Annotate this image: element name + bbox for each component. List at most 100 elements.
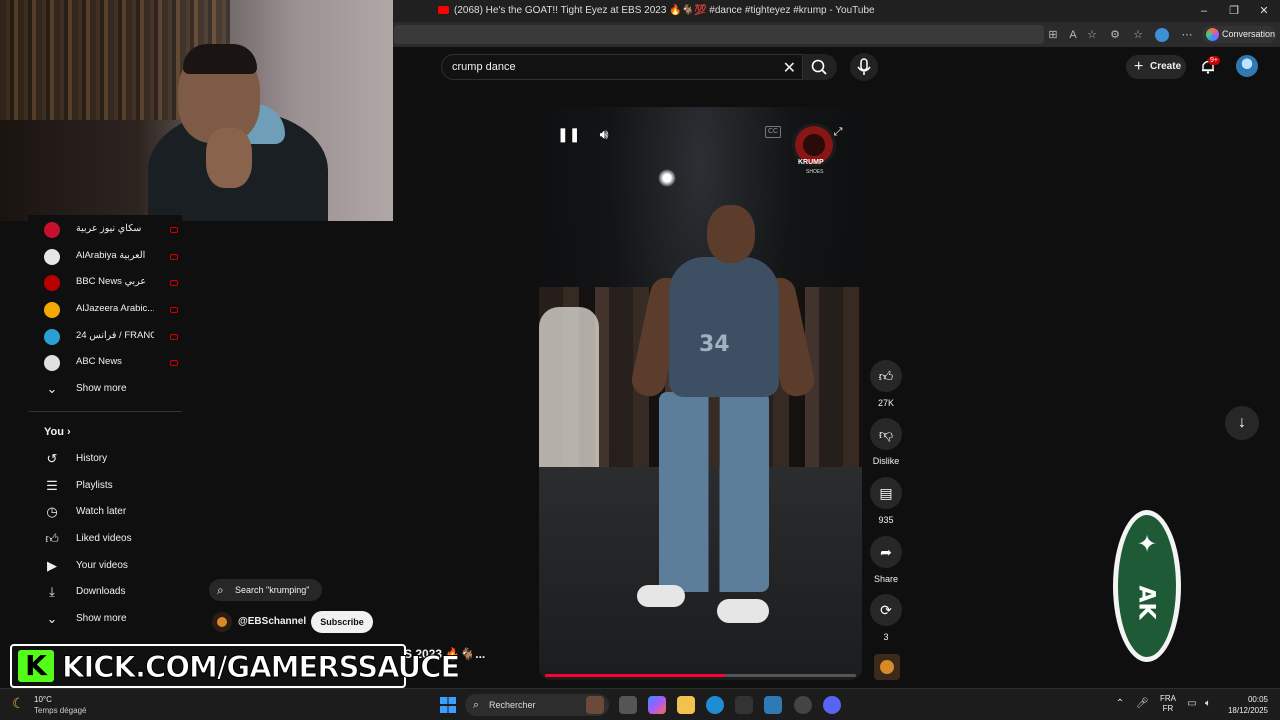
live-icon [170, 334, 178, 340]
thumbs-down-icon: 👎︎ [870, 418, 902, 450]
live-icon [170, 307, 178, 313]
edge-browser-icon[interactable] [706, 696, 724, 714]
sidebar-item-label: History [76, 453, 108, 464]
collections-icon[interactable]: ☆ [1131, 28, 1145, 42]
microphone-icon [857, 58, 871, 75]
microphone-icon[interactable]: 🎤︎ [1136, 698, 1149, 710]
history-icon: ↺ [46, 451, 58, 466]
channel-avatar[interactable] [212, 612, 232, 632]
show-more-you[interactable]: ⌄ Show more [44, 609, 184, 629]
language-code: FRA [1160, 694, 1176, 703]
shorts-player[interactable]: 34 ❚❚ 🔊︎ CC KRUMP SHOES ⤢ [539, 107, 862, 680]
sidebar-subscription-item[interactable]: 24 فرانس / FRANC... [44, 328, 184, 346]
volume-icon[interactable]: 🔊︎ [594, 124, 614, 144]
dancer-legs [659, 392, 769, 592]
progress-bar[interactable] [545, 674, 856, 677]
chevron-down-icon: ⌄ [46, 611, 58, 626]
sidebar-subscription-item[interactable]: ABC News [44, 354, 184, 372]
streamer-hand [206, 128, 252, 188]
chevron-up-icon[interactable]: ⌃ [1114, 698, 1126, 710]
windows-start-icon[interactable] [440, 697, 456, 713]
phoenix-icon: ✦ [1136, 531, 1158, 558]
tab-title[interactable]: (2068) He's the GOAT!! Tight Eyez at EBS… [454, 5, 875, 16]
sidebar-subscription-item[interactable]: AlJazeera Arabic... [44, 301, 184, 319]
language-indicator[interactable]: FRA FR [1160, 694, 1176, 714]
spotlight [658, 169, 676, 187]
your-videos-icon: ▶ [47, 558, 57, 573]
dislike-button[interactable]: 👎︎ Dislike [869, 418, 903, 466]
task-view-icon[interactable] [619, 696, 637, 714]
search-input[interactable]: crump dance ✕ [441, 54, 803, 80]
store-icon[interactable] [735, 696, 753, 714]
search-button[interactable] [803, 54, 837, 80]
playlists-icon: ☰ [46, 478, 58, 493]
sidebar-item-label: Playlists [76, 480, 113, 491]
discord-icon[interactable] [823, 696, 841, 714]
address-bar[interactable] [394, 25, 1044, 44]
chevron-right-icon: › [67, 426, 71, 438]
sidebar-item-your-videos[interactable]: ▶ Your videos [44, 556, 184, 576]
conversation-button[interactable]: Conversation [1202, 26, 1276, 43]
comments-button[interactable]: ▤ 935 [869, 477, 903, 525]
sidebar-item-label: Your videos [76, 560, 128, 571]
clock[interactable]: 00:05 18/12/2025 [1224, 694, 1268, 716]
close-icon[interactable]: ✕ [1256, 3, 1272, 19]
sidebar-subscription-item[interactable]: BBC News عربي [44, 274, 184, 292]
file-explorer-icon[interactable] [677, 696, 695, 714]
like-count: 27K [877, 398, 894, 408]
obs-icon[interactable] [794, 696, 812, 714]
more-menu-icon[interactable]: ⋯ [1180, 28, 1194, 42]
live-icon [170, 254, 178, 260]
weather-description: Temps dégagé [34, 706, 87, 715]
voice-search-button[interactable] [850, 53, 878, 81]
translate-icon[interactable]: A [1066, 28, 1080, 42]
copilot-icon [1206, 28, 1219, 41]
channel-name: BBC News عربي [76, 276, 147, 287]
captions-button[interactable]: CC [765, 126, 781, 138]
sidebar-item-liked-videos[interactable]: 👍︎ Liked videos [44, 529, 184, 549]
favorite-star-icon[interactable]: ☆ [1085, 28, 1099, 42]
remix-count: 3 [883, 632, 889, 642]
sidebar-item-downloads[interactable]: ⤓ Downloads [44, 582, 184, 602]
clear-search-icon[interactable]: ✕ [783, 58, 796, 78]
profile-icon[interactable] [1155, 28, 1169, 42]
you-section-title[interactable]: You › [44, 426, 71, 438]
fullscreen-icon[interactable]: ⤢ [831, 125, 845, 139]
show-more-label: Show more [76, 383, 127, 394]
pause-icon[interactable]: ❚❚ [557, 125, 580, 143]
sidebar-item-history[interactable]: ↺ History [44, 449, 184, 469]
minimize-icon[interactable]: – [1196, 3, 1212, 19]
channel-avatar [44, 249, 60, 265]
channel-avatar [44, 222, 60, 238]
show-more-subscriptions[interactable]: ⌄ Show more [44, 379, 184, 399]
extensions-icon[interactable]: ⚙ [1108, 28, 1122, 42]
sound-thumbnail[interactable] [874, 654, 900, 680]
channel-name: AlJazeera Arabic... [76, 303, 154, 314]
dancer-shoe [717, 599, 769, 623]
mail-icon[interactable] [764, 696, 782, 714]
sidebar-subscription-item[interactable]: AlArabiya العربية [44, 248, 184, 266]
share-button[interactable]: ➦ Share [869, 536, 903, 584]
search-suggestion-chip[interactable]: ⌕ Search "krumping" [209, 579, 322, 601]
restore-icon[interactable]: ❐ [1226, 3, 1242, 19]
channel-avatar [44, 275, 60, 291]
remix-button[interactable]: ⟳ 3 [869, 594, 903, 642]
dancer-shoe [637, 585, 685, 607]
sidebar-item-watch-later[interactable]: ◷ Watch later [44, 502, 184, 522]
app-available-icon[interactable]: ⊞ [1046, 28, 1060, 42]
subscribe-button[interactable]: Subscribe [311, 611, 373, 633]
kick-banner: K KICK.COM/GAMERSSAUCE [10, 644, 461, 688]
sidebar-subscription-item[interactable]: سكاي نيوز عربية [44, 221, 184, 239]
network-icon[interactable]: ▭ [1186, 698, 1198, 710]
account-avatar[interactable] [1236, 55, 1258, 77]
like-button[interactable]: 👍︎ 27K [869, 360, 903, 408]
date: 18/12/2025 [1227, 706, 1268, 715]
sidebar-item-playlists[interactable]: ☰ Playlists [44, 476, 184, 496]
copilot-app-icon[interactable] [648, 696, 666, 714]
volume-icon[interactable]: 🔈︎ [1202, 698, 1214, 710]
search-highlight-icon[interactable] [586, 696, 604, 714]
thumbs-up-icon: 👍︎ [870, 360, 902, 392]
next-short-button[interactable]: ↓ [1225, 406, 1259, 440]
create-button[interactable]: + Create [1126, 55, 1186, 79]
channel-handle[interactable]: @EBSchannel [238, 616, 306, 627]
